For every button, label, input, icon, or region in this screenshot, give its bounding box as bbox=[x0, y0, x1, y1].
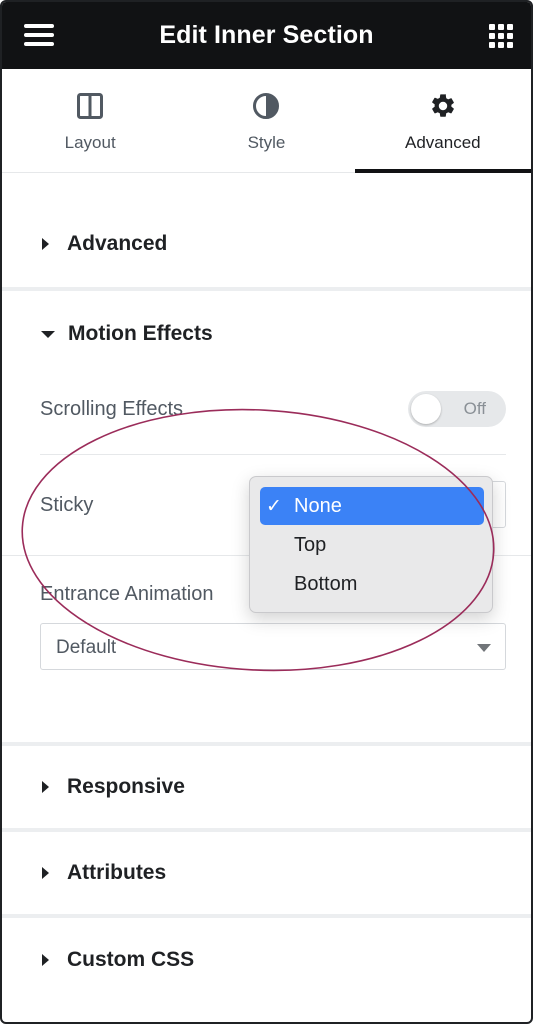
section-advanced: Advanced bbox=[2, 201, 531, 287]
section-advanced-toggle[interactable]: Advanced bbox=[2, 201, 531, 287]
section-attributes: Attributes bbox=[2, 832, 531, 914]
hamburger-menu-icon[interactable] bbox=[24, 24, 54, 46]
gear-icon bbox=[428, 91, 458, 121]
tab-style-label: Style bbox=[247, 133, 286, 152]
panel-tabs: Layout Style Advanced bbox=[2, 69, 531, 173]
option-label: Bottom bbox=[294, 573, 358, 595]
section-responsive: Responsive bbox=[2, 746, 531, 828]
panel-title: Edit Inner Section bbox=[159, 21, 374, 49]
section-motion-effects-title: Motion Effects bbox=[68, 322, 213, 345]
panel-header: Edit Inner Section bbox=[2, 2, 531, 69]
sticky-option-top[interactable]: Top bbox=[260, 526, 484, 564]
tab-style[interactable]: Style bbox=[178, 69, 354, 172]
tab-advanced[interactable]: Advanced bbox=[354, 69, 531, 173]
chevron-down-icon bbox=[477, 644, 491, 652]
editor-panel: Edit Inner Section Layout Style Advanced… bbox=[0, 0, 533, 1024]
caret-right-icon bbox=[42, 238, 49, 250]
switch-state-text: Off bbox=[463, 399, 486, 418]
tab-advanced-label: Advanced bbox=[405, 133, 481, 152]
half-circle-icon bbox=[251, 91, 281, 121]
caret-down-icon bbox=[41, 330, 55, 338]
caret-right-icon bbox=[42, 867, 49, 879]
section-responsive-toggle[interactable]: Responsive bbox=[2, 746, 531, 828]
checkmark-icon: ✓ bbox=[266, 496, 282, 517]
scrolling-effects-switch[interactable]: Off bbox=[408, 391, 506, 427]
section-advanced-title: Advanced bbox=[67, 232, 168, 255]
option-label: None bbox=[294, 495, 342, 517]
sticky-dropdown-menu: ✓ None Top Bottom bbox=[249, 476, 493, 613]
control-separator bbox=[40, 454, 506, 455]
section-custom-css-toggle[interactable]: Custom CSS bbox=[2, 918, 531, 1002]
entrance-animation-select[interactable]: Default bbox=[40, 623, 506, 670]
section-motion-effects: Motion Effects bbox=[2, 291, 531, 377]
sticky-option-bottom[interactable]: Bottom bbox=[260, 565, 484, 603]
tab-layout-label: Layout bbox=[64, 133, 116, 152]
option-label: Top bbox=[294, 534, 327, 556]
scrolling-effects-label: Scrolling Effects bbox=[40, 398, 184, 420]
section-motion-effects-toggle[interactable]: Motion Effects bbox=[2, 291, 531, 377]
sticky-label: Sticky bbox=[40, 494, 94, 516]
section-responsive-title: Responsive bbox=[67, 775, 185, 798]
section-custom-css-title: Custom CSS bbox=[67, 948, 195, 971]
entrance-animation-label: Entrance Animation bbox=[40, 583, 214, 605]
sticky-option-none[interactable]: ✓ None bbox=[260, 487, 484, 525]
section-custom-css: Custom CSS bbox=[2, 918, 531, 1002]
section-attributes-toggle[interactable]: Attributes bbox=[2, 832, 531, 914]
widgets-grid-icon[interactable] bbox=[489, 24, 513, 48]
entrance-animation-value: Default bbox=[56, 637, 117, 658]
section-attributes-title: Attributes bbox=[67, 861, 167, 884]
columns-icon bbox=[75, 91, 105, 121]
switch-knob bbox=[411, 394, 441, 424]
caret-right-icon bbox=[42, 781, 49, 793]
tab-layout[interactable]: Layout bbox=[2, 69, 178, 172]
caret-right-icon bbox=[42, 954, 49, 966]
